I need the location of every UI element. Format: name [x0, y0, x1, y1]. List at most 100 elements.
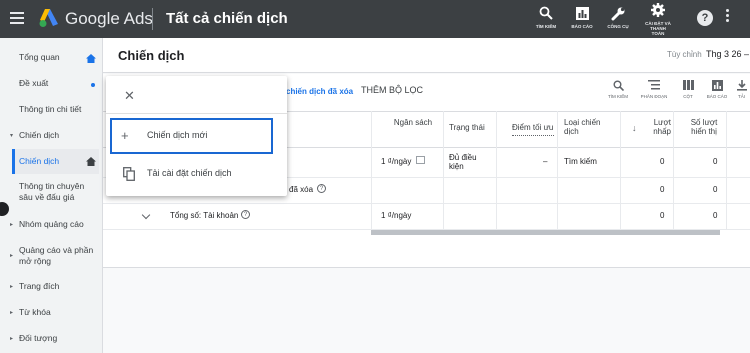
column-divider [496, 111, 497, 229]
segment-icon [648, 80, 660, 90]
header-tools-label: CÔNG CỤ [607, 24, 629, 29]
caret-right-icon: ▸ [10, 253, 14, 259]
row-divider [103, 203, 750, 204]
row1-status: Đủ điều kiện [449, 153, 477, 171]
help-button[interactable]: ? [697, 10, 713, 26]
sidebar-item-label: Đề xuất [19, 78, 49, 88]
header-settings-label: CÀI ĐẶT VÀ THANH TOÁN [638, 21, 678, 36]
row1-clicks: 0 [660, 157, 665, 166]
close-icon[interactable]: ✕ [124, 88, 135, 104]
header-search-label: TÌM KIẾM [535, 24, 557, 29]
header-reports-button[interactable]: BÁO CÁO [562, 4, 602, 29]
sidebar-item-label: Thông tin chi tiết [19, 104, 82, 114]
header-reports-label: BÁO CÁO [571, 24, 593, 29]
sidebar-item-label: Từ khóa [19, 307, 51, 317]
table-bottom-border [103, 267, 750, 268]
row1-opt-score: – [543, 157, 548, 166]
copy-icon [123, 167, 135, 181]
add-filter-button[interactable]: THÊM BỘ LỌC [361, 85, 423, 95]
toolbar-search-button[interactable]: TÌM KIẾM [603, 78, 633, 99]
load-campaign-settings-menu-item[interactable]: Tải cài đặt chiến dịch [106, 159, 287, 187]
gear-icon [651, 3, 665, 17]
home-icon [86, 54, 96, 63]
toolbar-columns-label: CỘT [683, 94, 693, 99]
header-underline [512, 135, 554, 136]
clicks-column-header[interactable]: Lượt nhấp [643, 118, 671, 136]
wrench-icon [611, 7, 624, 20]
settings-label-line3: TOÁN [651, 31, 665, 36]
sidebar-item-label: Chiến dịch [19, 130, 60, 140]
campaign-type-column-header[interactable]: Loại chiến dịch [564, 118, 614, 136]
header-settings-button[interactable]: CÀI ĐẶT VÀ THANH TOÁN [638, 1, 678, 36]
toolbar-columns-button[interactable]: CỘT [673, 78, 703, 99]
sidebar-item-label: Nhóm quảng cáo [19, 219, 84, 229]
chart-icon[interactable] [416, 156, 425, 164]
impressions-column-header[interactable]: Số lượt hiển thị [686, 118, 722, 136]
row3-name: Tổng số: Tài khoản [170, 211, 239, 220]
reports-icon [711, 79, 723, 91]
sort-down-arrow-icon: ↓ [632, 123, 637, 133]
load-settings-label: Tải cài đặt chiến dịch [147, 168, 232, 178]
date-range-selector[interactable]: Thg 3 26 – [706, 49, 749, 59]
toolbar-reports-button[interactable]: BÁO CÁO [702, 78, 732, 99]
help-circle-icon[interactable]: ? [317, 184, 326, 193]
menu-icon[interactable] [10, 12, 24, 24]
search-icon [613, 80, 624, 91]
header-tools-button[interactable]: CÔNG CỤ [598, 4, 638, 29]
header-divider [152, 8, 153, 30]
google-ads-logo-icon [39, 9, 58, 27]
sidebar-item-label: Quảng cáo và phần mở rộng [19, 245, 94, 266]
columns-icon [682, 80, 694, 90]
caret-right-icon: ▸ [10, 222, 14, 228]
toolbar-download-button[interactable]: TẢI [733, 78, 750, 99]
caret-right-icon: ▸ [10, 336, 14, 342]
column-divider [620, 111, 621, 229]
menu-divider [106, 113, 287, 114]
row1-type: Tìm kiếm [564, 157, 597, 166]
column-divider [443, 111, 444, 229]
search-icon [539, 6, 553, 20]
page-title: Chiến dịch [118, 48, 185, 63]
caret-right-icon: ▸ [10, 284, 14, 290]
row2-impressions: 0 [713, 185, 718, 194]
sidebar-item-label: Trang đích [19, 281, 60, 291]
caret-down-icon: ▾ [10, 133, 14, 139]
column-divider [673, 111, 674, 229]
opt-score-column-header[interactable]: Điểm tối ưu [512, 123, 557, 132]
download-icon [736, 79, 747, 91]
brand-name: Google Ads [65, 9, 153, 28]
toolbar-search-label: TÌM KIẾM [608, 94, 628, 99]
toolbar-segment-label: PHÂN ĐOẠN [640, 94, 668, 99]
row1-impressions: 0 [713, 157, 718, 166]
help-circle-icon[interactable]: ? [241, 210, 250, 219]
toolbar-download-label: TẢI [737, 94, 745, 99]
header-search-button[interactable]: TÌM KIẾM [526, 4, 566, 29]
column-divider [371, 111, 372, 229]
sidebar-active-indicator [12, 149, 15, 174]
top-bar: Google Ads Tất cả chiến dịch TÌM KIẾM BÁ… [0, 0, 750, 38]
status-column-header[interactable]: Trạng thái [449, 123, 493, 132]
horizontal-scrollbar[interactable] [371, 230, 720, 235]
row1-budget: 1 ₫/ngày [381, 157, 412, 166]
more-options-icon[interactable] [726, 9, 732, 24]
selection-highlight [110, 118, 273, 154]
row3-clicks: 0 [660, 211, 665, 220]
toolbar-segment-button[interactable]: PHÂN ĐOẠN [639, 78, 669, 99]
row3-budget: 1 ₫/ngày [381, 211, 412, 220]
removed-campaigns-filter[interactable]: chiến dịch đã xóa [286, 87, 353, 96]
sidebar-item-label: Thông tin chuyên sâu về đấu giá [19, 181, 85, 202]
toolbar-reports-label: BÁO CÁO [706, 94, 728, 99]
new-campaign-menu: ✕ + Chiến dịch mới Tải cài đặt chiến dịc… [106, 76, 287, 196]
row3-impressions: 0 [713, 211, 718, 220]
notification-dot [91, 83, 95, 87]
budget-column-header[interactable]: Ngân sách [393, 118, 433, 127]
custom-date-label: Tùy chỉnh [667, 50, 702, 59]
row2-clicks: 0 [660, 185, 665, 194]
column-divider [726, 111, 727, 229]
page-header: Chiến dịch Tùy chỉnh Thg 3 26 – [103, 38, 750, 73]
column-divider [557, 111, 558, 229]
caret-right-icon: ▸ [10, 310, 14, 316]
sidebar-item-label: Đối tượng [19, 333, 58, 343]
home-icon [86, 157, 96, 166]
app-title: Tất cả chiến dịch [166, 10, 288, 27]
